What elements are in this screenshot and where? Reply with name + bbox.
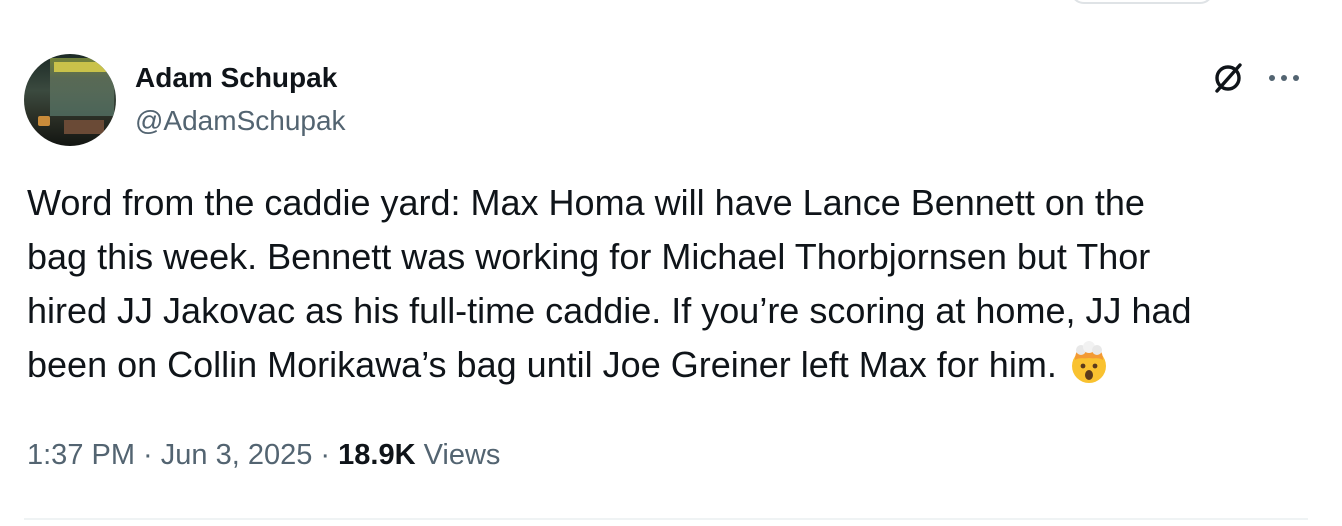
- avatar-image-desk: [64, 120, 104, 134]
- avatar-image-banner: [54, 62, 106, 72]
- divider: [24, 518, 1308, 520]
- meta-separator: ·: [135, 439, 161, 471]
- author-name[interactable]: Adam Schupak: [135, 62, 337, 94]
- views-count: 18.9K: [338, 439, 416, 471]
- tweet-text-body: Word from the caddie yard: Max Homa will…: [27, 182, 1192, 385]
- grok-icon[interactable]: [1206, 56, 1250, 100]
- tweet: Adam Schupak @AdamSchupak Word from the …: [0, 0, 1342, 526]
- tweet-date[interactable]: Jun 3, 2025: [161, 439, 313, 471]
- author-handle[interactable]: @AdamSchupak: [135, 105, 346, 137]
- meta-separator: ·: [312, 439, 339, 471]
- tweet-text: Word from the caddie yard: Max Homa will…: [27, 176, 1317, 392]
- avatar[interactable]: [24, 54, 116, 146]
- avatar-image-light: [38, 116, 50, 126]
- more-dots-icon-svg: [1269, 75, 1299, 81]
- tweet-meta: 1:37 PM · Jun 3, 2025 · 18.9K Views: [27, 437, 500, 473]
- more-dots-icon[interactable]: [1262, 56, 1306, 100]
- tweet-time[interactable]: 1:37 PM: [27, 439, 135, 471]
- views-label: Views: [415, 439, 501, 471]
- exploding-head-emoji: [1067, 341, 1111, 383]
- grok-icon-svg: [1215, 63, 1242, 93]
